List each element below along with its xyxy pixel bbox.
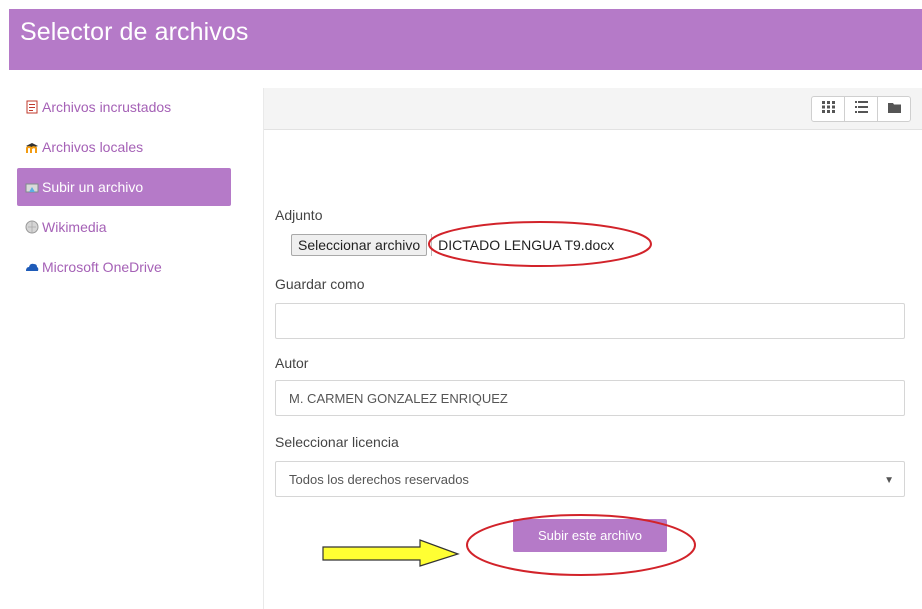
list-view-button[interactable] [845,97,878,121]
sidebar-item-local-files[interactable]: Archivos locales [17,128,231,166]
author-label: Autor [275,355,309,371]
caret-down-icon: ▼ [884,475,894,486]
license-selected-value: Todos los derechos reservados [289,471,469,487]
view-switcher [811,96,911,122]
file-picker: Seleccionar archivo DICTADO LENGUA T9.do… [291,234,620,256]
folder-view-button[interactable] [878,97,910,121]
save-as-field[interactable] [275,303,905,339]
sidebar-item-label: Wikimedia [42,219,107,235]
sidebar-item-upload[interactable]: Subir un archivo [17,168,231,206]
grid-view-button[interactable] [812,97,845,121]
list-view-icon [854,100,868,118]
sidebar-item-label: Subir un archivo [42,179,144,195]
license-label: Seleccionar licencia [275,434,399,450]
choose-file-button[interactable]: Seleccionar archivo [291,234,428,256]
sidebar-item-label: Archivos incrustados [42,99,172,115]
license-select[interactable]: Todos los derechos reservados ▼ [275,461,905,497]
sidebar-item-onedrive[interactable]: Microsoft OneDrive [17,248,231,286]
upload-icon [25,180,39,194]
sidebar-item-embedded-files[interactable]: Archivos incrustados [17,88,231,126]
dialog-title: Selector de archivos [20,18,249,46]
sidebar-item-wikimedia[interactable]: Wikimedia [17,208,231,246]
folder-view-icon [887,100,901,118]
sidebar-item-label: Microsoft OneDrive [42,259,162,275]
attachment-label: Adjunto [275,207,323,223]
repository-sidebar: Archivos incrustados Archivos locales Su… [17,88,231,288]
embedded-files-icon [25,100,39,114]
moodle-local-files-icon [25,140,39,154]
upload-file-button[interactable]: Subir este archivo [513,519,667,552]
dialog-header: Selector de archivos [9,9,922,70]
selected-file-name: DICTADO LENGUA T9.docx [431,234,620,256]
save-as-label: Guardar como [275,276,365,292]
wikimedia-icon [25,220,39,234]
onedrive-cloud-icon [25,260,39,274]
upload-panel: Adjunto Seleccionar archivo DICTADO LENG… [263,88,922,609]
view-toolbar [264,88,922,130]
author-field[interactable]: M. CARMEN GONZALEZ ENRIQUEZ [275,380,905,416]
sidebar-item-label: Archivos locales [42,139,144,155]
grid-view-icon [821,100,835,118]
